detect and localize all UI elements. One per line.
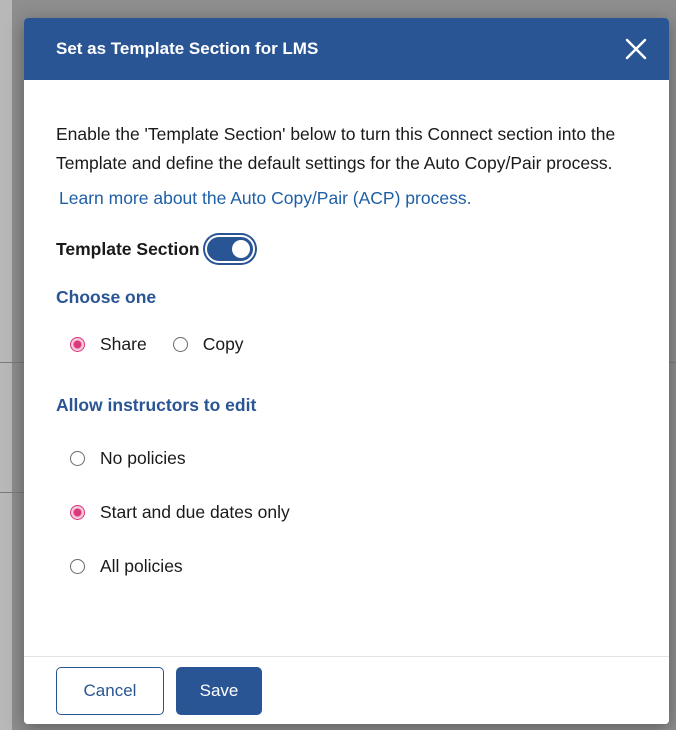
background-divider: [0, 362, 24, 363]
learn-more-link[interactable]: Learn more about the Auto Copy/Pair (ACP…: [59, 188, 637, 209]
background-divider: [669, 362, 676, 363]
save-button[interactable]: Save: [176, 666, 262, 715]
dialog-title: Set as Template Section for LMS: [56, 39, 319, 58]
start-due-dates-radio[interactable]: [70, 505, 85, 520]
no-policies-label: No policies: [100, 448, 186, 468]
no-policies-radio[interactable]: [70, 451, 85, 466]
dialog-header: Set as Template Section for LMS: [24, 18, 669, 80]
start-due-dates-label: Start and due dates only: [100, 502, 290, 522]
cancel-button[interactable]: Cancel: [56, 666, 164, 715]
choose-one-heading: Choose one: [56, 287, 157, 307]
copy-option[interactable]: Copy: [172, 334, 244, 355]
background-page-panel: [0, 0, 12, 730]
share-label: Share: [100, 334, 147, 354]
dialog-description: Enable the 'Template Section' below to t…: [56, 124, 616, 173]
dialog-body: Enable the 'Template Section' below to t…: [24, 80, 669, 577]
close-icon: [625, 38, 647, 60]
close-button[interactable]: [621, 34, 651, 64]
background-divider: [0, 492, 24, 493]
toggle-knob: [231, 240, 250, 258]
share-radio[interactable]: [70, 337, 85, 352]
all-policies-radio[interactable]: [70, 559, 85, 574]
copy-label: Copy: [202, 334, 244, 354]
choose-one-group: Share Copy: [70, 334, 637, 355]
start-due-dates-option[interactable]: Start and due dates only: [70, 502, 637, 523]
all-policies-label: All policies: [100, 556, 183, 576]
allow-instructors-heading: Allow instructors to edit: [56, 395, 257, 415]
copy-radio[interactable]: [172, 337, 188, 352]
template-section-label: Template Section: [56, 238, 200, 259]
share-option[interactable]: Share: [70, 334, 147, 355]
template-section-dialog: Set as Template Section for LMS Enable t…: [24, 18, 669, 724]
template-section-toggle[interactable]: [204, 235, 255, 263]
no-policies-option[interactable]: No policies: [70, 448, 637, 469]
template-section-toggle-row: Template Section: [56, 235, 637, 263]
all-policies-option[interactable]: All policies: [70, 556, 637, 577]
dialog-footer: Cancel Save: [24, 656, 669, 724]
